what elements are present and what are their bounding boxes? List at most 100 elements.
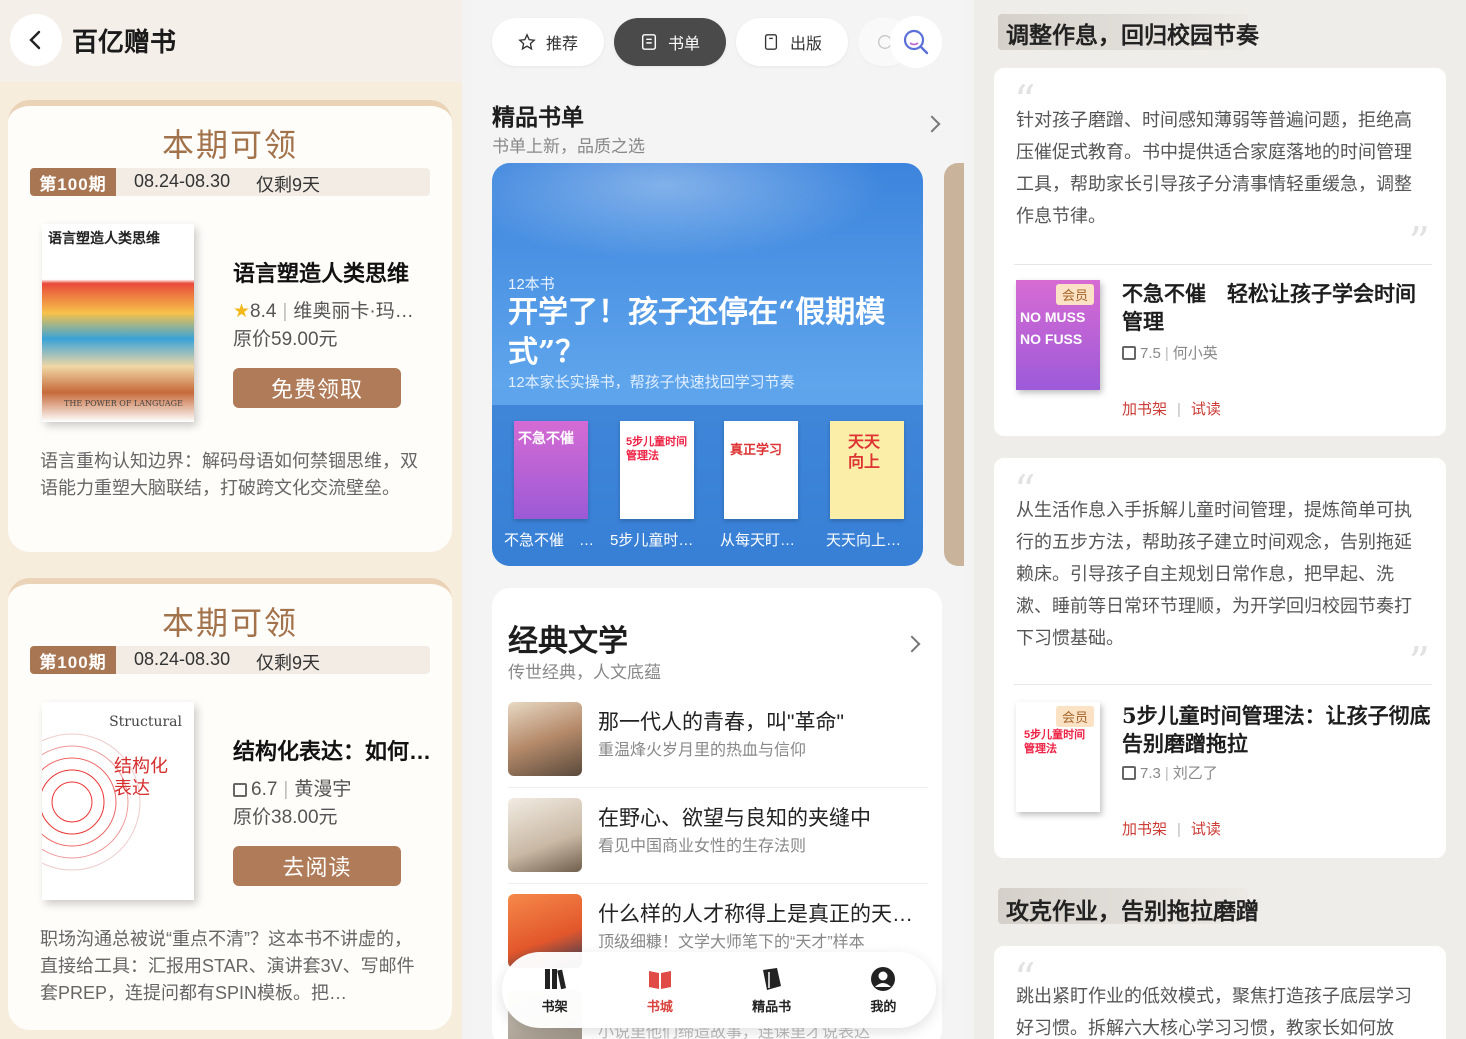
book-rating: 8.4 [250,301,277,322]
trial-read-link[interactable]: 试读 [1191,401,1221,418]
card-heading: 本期可领 [161,126,298,164]
douban-icon [1122,346,1136,360]
item-title: 在野心、欲望与良知的夹缝中 [598,807,871,830]
item-thumbnail [508,702,582,776]
header-bar: 百亿赠书 [0,0,462,82]
recommend-card: “ 跳出紧盯作业的低效模式，聚焦打造孩子底层学习好习惯。拆解六大核心学习习惯，教… [994,946,1446,1039]
mini-cover-text: 天天向上 [848,434,881,471]
book-rating: 7.5 [1140,345,1161,362]
premium-book-icon [762,967,781,990]
chevron-right-icon[interactable] [903,635,921,653]
recommend-card: “ 针对孩子磨蹭、时间感知薄弱等普遍问题，拒绝高压催促式教育。书中提供适合家庭落… [994,68,1446,436]
divider [1014,684,1432,685]
book-author: 维奥丽卡·玛… [293,301,414,322]
bookshelf-icon [544,968,566,989]
cover-title: 语言塑造人类思维 [48,230,160,246]
nav-bookstore[interactable]: 书城 [647,966,673,1015]
book-rating: 7.3 [1140,765,1161,782]
search-icon [903,29,929,55]
book-description: 职场沟通总被说“重点不清”？这本书不讲虚的，直接给工具：汇报用STAR、演讲套3… [40,929,415,1003]
cover-text: NO MUSS NO FUSS [1020,309,1086,347]
nav-label: 书架 [541,998,568,1014]
panel-divider [462,0,472,1039]
book-cover[interactable]: Structural 结构化表达 [42,702,194,900]
section-title: 经典文学 [508,624,628,659]
item-subtitle: 看见中国商业女性的生存法则 [598,838,807,855]
next-banner-peek[interactable] [944,163,964,566]
book-description: 语言重构认知边界：解码母语如何禁锢思维，双语能力重塑大脑联结，打破跨文化交流壁垒… [40,451,418,498]
vip-badge: 会员 [1056,284,1095,305]
section-title: 精品书单 [492,104,584,131]
nav-premium[interactable]: 精品书 [752,966,791,1015]
list-item[interactable]: 在野心、欲望与良知的夹缝中 看见中国商业女性的生存法则 [508,792,928,884]
book-rating: 6.7 [251,779,278,800]
gift-card-2: 本期可领 第100期 08.24-08.30 仅剩9天 Structural 结… [8,578,452,1030]
mini-book-cover[interactable]: 天天向上 [830,421,904,519]
book-title: 5步儿童时间管理法：让孩子彻底告别磨蹭拖拉 [1122,703,1431,756]
gift-card-1: 本期可领 第100期 08.24-08.30 仅剩9天 语言塑造人类思维 THE… [8,100,452,552]
recommend-card: “ 从生活作息入手拆解儿童时间管理，提炼简单可执行的五步方法，帮助孩子建立时间观… [994,458,1446,858]
book-price: 原价59.00元 [233,329,338,350]
section-subtitle: 书单上新，品质之选 [492,137,645,156]
tab-booklist[interactable]: 书单 [614,18,727,66]
section-subtitle: 传世经典，人文底蕴 [508,663,661,682]
mini-book-cover[interactable]: 5步儿童时间管理法 [620,421,694,519]
period-bar: 第100期 08.24-08.30 仅剩9天 [30,646,430,674]
mini-book-label: 不急不催 … [504,532,595,549]
book-cover[interactable]: 语言塑造人类思维 THE POWER OF LANGUAGE [42,224,194,422]
period-bar: 第100期 08.24-08.30 仅剩9天 [30,168,430,196]
card-heading: 本期可领 [161,604,298,642]
quote-close-icon: ” [1408,638,1430,687]
add-to-shelf-link[interactable]: 加书架 [1122,821,1167,838]
tab-publish[interactable]: 出版 [736,18,849,66]
nav-label: 我的 [870,998,897,1014]
period-dates: 08.24-08.30 [134,171,231,191]
mini-cover-text: 不急不催 [518,430,574,446]
profile-icon [871,966,896,991]
search-button[interactable] [890,16,942,68]
vip-badge: 会员 [1056,706,1095,727]
book-meta: 7.5 | 何小英 [1122,342,1218,363]
booklist-banner[interactable]: 12本书 开学了！孩子还停在“假期模式”？ 12本家长实操书，帮孩子快速找回学习… [492,163,923,566]
period-remaining: 仅剩9天 [256,175,321,195]
douban-icon [233,783,247,797]
book-title: 不急不催 轻松让孩子学会时间管理 [1122,281,1416,334]
trial-read-link[interactable]: 试读 [1191,821,1221,838]
mini-book-cover[interactable]: 不急不催 [514,421,588,519]
tab-recommend[interactable]: 推荐 [492,18,605,66]
book-meta: 6.7 | 黄漫宇 [233,774,443,801]
chevron-right-icon[interactable] [923,115,941,133]
add-to-shelf-link[interactable]: 加书架 [1122,401,1167,418]
banner-count: 12本书 [508,276,555,293]
free-claim-button[interactable]: 免费领取 [233,368,401,408]
mini-cover-text: 真正学习 [730,442,783,457]
back-button[interactable] [10,14,62,66]
nav-bookshelf[interactable]: 书架 [542,966,568,1015]
category-tabs: 推荐 书单 出版 [492,18,913,66]
list-item[interactable]: 那一代人的青春，叫"革命" 重温烽火岁月里的热血与信仰 [508,696,928,788]
book-actions: 加书架 | 试读 [1122,821,1221,838]
quote-close-icon: ” [1408,218,1430,267]
star-icon [518,33,536,51]
douban-icon [1122,766,1136,780]
gift-books-panel: 百亿赠书 本期可领 第100期 08.24-08.30 仅剩9天 语言塑造人类思… [0,0,462,1039]
nav-profile[interactable]: 我的 [870,966,896,1015]
bookstore-icon [648,970,671,989]
banner-title: 开学了！孩子还停在“假期模式”？ [508,295,886,370]
item-title: 什么样的人才称得上是真正的天… [598,903,913,926]
cover-text: 5步儿童时间管理法 [1024,729,1086,755]
mini-book-label: 从每天盯… [720,532,796,549]
nav-label: 书城 [646,998,673,1014]
period-remaining: 仅剩9天 [256,653,321,673]
item-subtitle: 重温烽火岁月里的热血与信仰 [598,742,807,759]
chevron-left-icon [29,30,41,50]
read-button[interactable]: 去阅读 [233,846,401,886]
book-author: 刘乙了 [1172,765,1218,782]
book-cover[interactable]: 会员 5步儿童时间管理法 [1016,702,1100,812]
tab-label: 出版 [790,36,823,53]
mini-book-label: 天天向上… [826,532,902,549]
mini-book-cover[interactable]: 真正学习 [724,421,798,519]
divider [1014,264,1432,265]
book-cover[interactable]: 会员 NO MUSS NO FUSS [1016,280,1100,390]
bottom-nav: 书架 书城 精品书 我的 [502,952,936,1028]
